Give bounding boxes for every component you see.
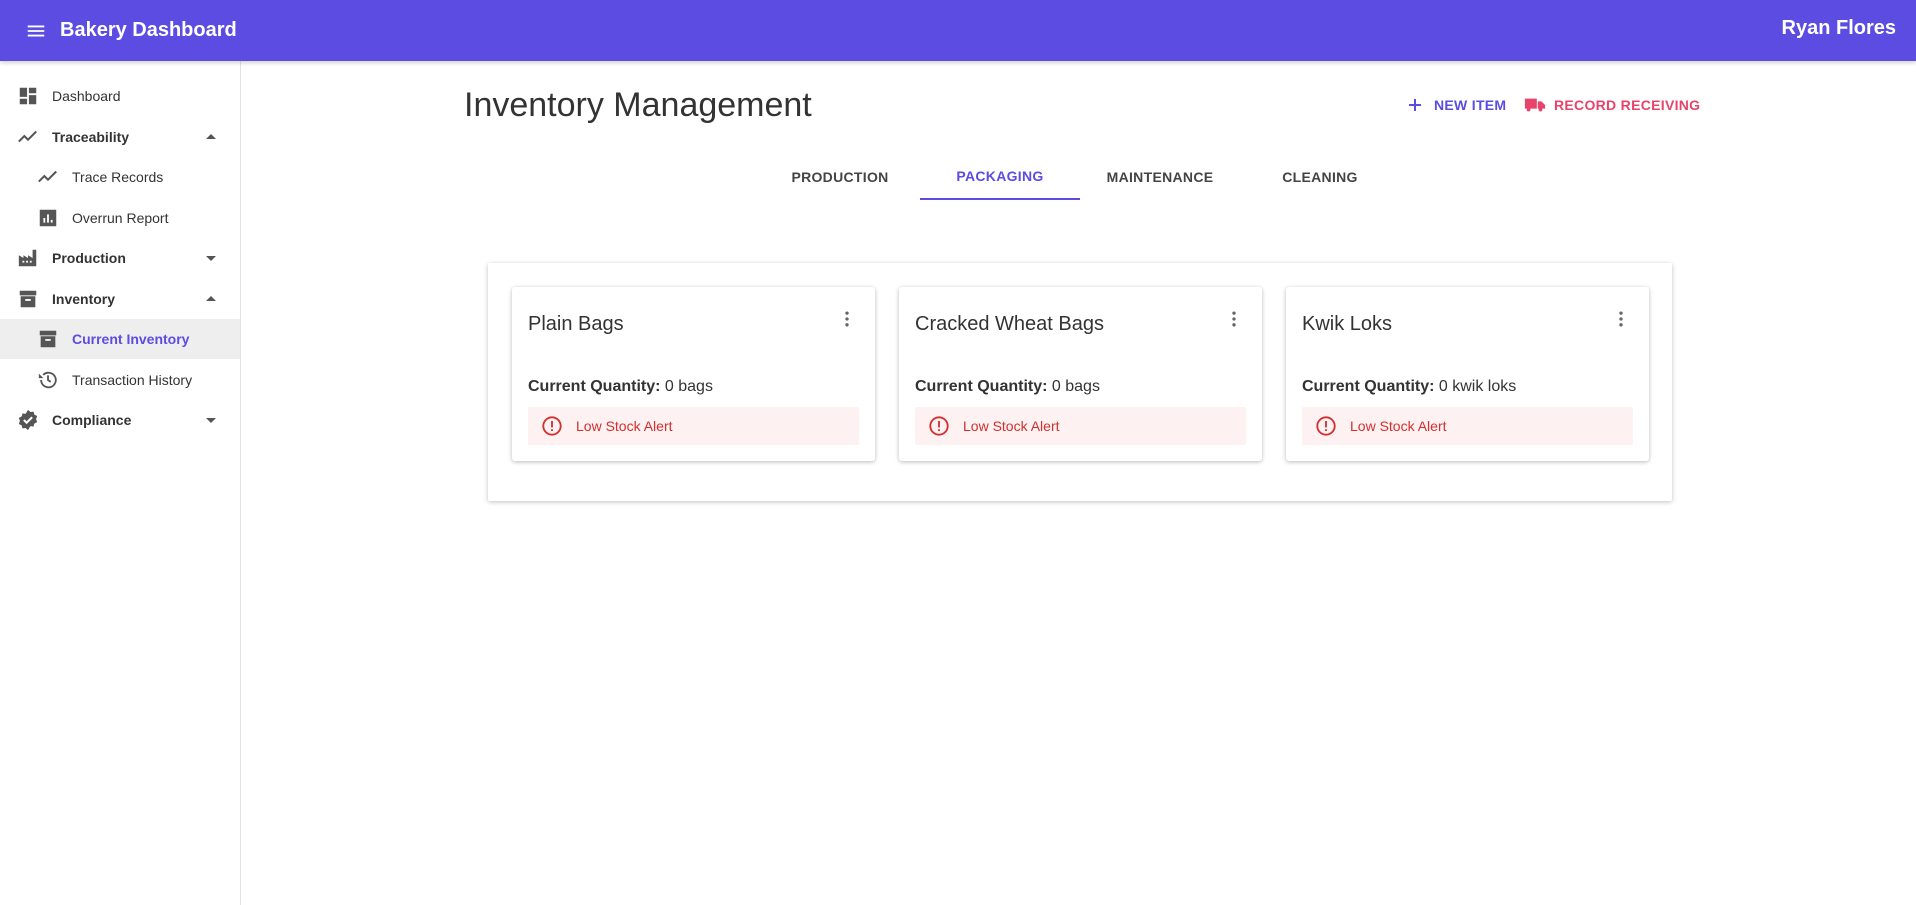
card-quantity: Current Quantity: 0 kwik loks (1302, 378, 1516, 396)
more-vert-icon (1232, 311, 1236, 327)
caret-up-icon (204, 292, 218, 306)
app-title: Bakery Dashboard (60, 19, 237, 41)
sidebar-item-overrun-report[interactable]: Overrun Report (0, 198, 240, 238)
sidebar-item-dashboard[interactable]: Dashboard (0, 76, 240, 116)
user-name[interactable]: Ryan Flores (1782, 17, 1896, 40)
factory-icon (16, 246, 40, 270)
new-item-label: NEW ITEM (1434, 97, 1507, 113)
alert-text: Low Stock Alert (963, 418, 1060, 434)
card-quantity: Current Quantity: 0 bags (528, 378, 713, 396)
inventory-card[interactable]: Plain Bags Current Quantity: 0 bags Low … (512, 287, 875, 461)
quantity-value: 0 kwik loks (1438, 378, 1517, 395)
sidebar-item-label: Traceability (52, 129, 130, 145)
sidebar-item-label: Production (52, 250, 126, 266)
truck-icon (1524, 94, 1546, 116)
card-title: Plain Bags (528, 313, 624, 335)
sidebar-item-label: Transaction History (72, 372, 193, 388)
quantity-label: Current Quantity: (528, 378, 661, 395)
low-stock-alert: Low Stock Alert (528, 407, 859, 445)
tab-cleaning[interactable]: CLEANING (1240, 154, 1400, 200)
archive-icon (16, 287, 40, 311)
low-stock-alert: Low Stock Alert (915, 407, 1246, 445)
alert-text: Low Stock Alert (1350, 418, 1447, 434)
sidebar-item-production[interactable]: Production (0, 238, 240, 278)
more-vert-icon (1619, 311, 1623, 327)
sidebar-item-label: Dashboard (52, 88, 121, 104)
bar-chart-icon (36, 206, 60, 230)
card-quantity: Current Quantity: 0 bags (915, 378, 1100, 396)
sidebar-item-compliance[interactable]: Compliance (0, 400, 240, 440)
inventory-card[interactable]: Kwik Loks Current Quantity: 0 kwik loks … (1286, 287, 1649, 461)
sidebar-item-traceability[interactable]: Traceability (0, 117, 240, 157)
sidebar-item-transaction-history[interactable]: Transaction History (0, 360, 240, 400)
more-vert-button[interactable] (1222, 307, 1246, 331)
trending-line-icon (16, 125, 40, 149)
sidebar-item-label: Trace Records (72, 169, 164, 185)
sidebar-item-label: Inventory (52, 291, 116, 307)
verified-badge-icon (16, 408, 40, 432)
error-outline-icon (540, 414, 564, 438)
app-bar: Bakery Dashboard Ryan Flores (0, 0, 1916, 61)
inventory-panel: Plain Bags Current Quantity: 0 bags Low … (488, 263, 1672, 501)
quantity-label: Current Quantity: (915, 378, 1048, 395)
record-receiving-button[interactable]: RECORD RECEIVING (1524, 93, 1700, 117)
sidebar: Dashboard Traceability Trace Records Ove… (0, 61, 241, 905)
tab-production[interactable]: PRODUCTION (760, 154, 920, 200)
trending-line-icon (36, 165, 60, 189)
inventory-card[interactable]: Cracked Wheat Bags Current Quantity: 0 b… (899, 287, 1262, 461)
hamburger-menu-icon (27, 25, 45, 36)
plus-icon (1404, 94, 1426, 116)
more-vert-button[interactable] (835, 307, 859, 331)
error-outline-icon (927, 414, 951, 438)
sidebar-item-inventory[interactable]: Inventory (0, 279, 240, 319)
sidebar-item-label: Overrun Report (72, 210, 169, 226)
sidebar-item-trace-records[interactable]: Trace Records (0, 157, 240, 197)
low-stock-alert: Low Stock Alert (1302, 407, 1633, 445)
sidebar-item-current-inventory[interactable]: Current Inventory (0, 319, 240, 359)
more-vert-icon (845, 311, 849, 327)
caret-up-icon (204, 130, 218, 144)
quantity-value: 0 bags (664, 378, 713, 395)
page-title: Inventory Management (464, 86, 812, 124)
caret-down-icon (204, 251, 218, 265)
quantity-label: Current Quantity: (1302, 378, 1435, 395)
error-outline-icon (1314, 414, 1338, 438)
history-icon (36, 368, 60, 392)
alert-text: Low Stock Alert (576, 418, 673, 434)
menu-button[interactable] (18, 13, 54, 49)
card-title: Kwik Loks (1302, 313, 1393, 335)
new-item-button[interactable]: NEW ITEM (1404, 93, 1506, 117)
record-receiving-label: RECORD RECEIVING (1554, 97, 1701, 113)
tab-packaging[interactable]: PACKAGING (920, 154, 1080, 200)
card-title: Cracked Wheat Bags (915, 313, 1104, 335)
dashboard-icon (16, 84, 40, 108)
sidebar-item-label: Compliance (52, 412, 132, 428)
more-vert-button[interactable] (1609, 307, 1633, 331)
archive-icon (36, 327, 60, 351)
sidebar-item-label: Current Inventory (72, 331, 190, 347)
tab-maintenance[interactable]: MAINTENANCE (1080, 154, 1240, 200)
quantity-value: 0 bags (1051, 378, 1100, 395)
caret-down-icon (204, 413, 218, 427)
